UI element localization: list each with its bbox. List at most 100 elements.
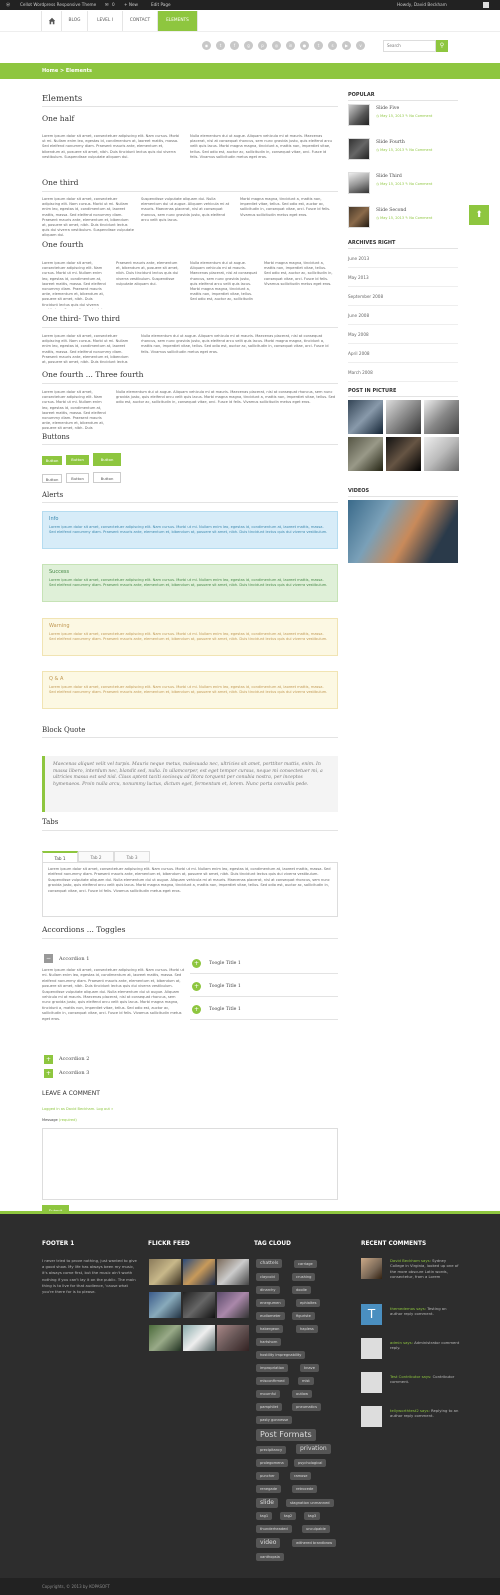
archive-link-6[interactable]: April 2008 [348,344,458,363]
tab-1[interactable]: Tab 1 [42,851,78,862]
tag-link[interactable]: eudiometer [256,1312,285,1320]
tab-2[interactable]: Tab 2 [78,851,114,862]
flickr-thumb-5[interactable] [183,1292,215,1318]
tag-link[interactable]: pneumatics [292,1403,322,1411]
tag-link[interactable]: prolegomena [256,1459,288,1467]
archive-link-3[interactable]: September 2008 [348,287,458,306]
comment-author-4[interactable]: Test Contributor says: [390,1374,431,1379]
toggle-1-title[interactable]: Toogle Title 1 [209,961,241,968]
popular-comments-4[interactable]: No Comment [409,216,432,220]
button-small-green[interactable]: Button [42,456,62,465]
archive-link-1[interactable]: June 2013 [348,249,458,268]
picture-thumb-3[interactable] [424,400,459,434]
popular-comments-2[interactable]: No Comment [409,148,432,152]
picture-thumb-1[interactable] [348,400,383,434]
comment-author-5[interactable]: tellyworthtest2 says: [390,1408,430,1413]
picture-thumb-6[interactable] [424,437,459,471]
linkedin-icon[interactable]: in [286,41,295,50]
archive-link-2[interactable]: May 2013 [348,268,458,287]
flickr-thumb-6[interactable] [217,1292,249,1318]
facebook-icon[interactable]: f [230,41,239,50]
tag-link[interactable]: mournful [256,1390,281,1398]
archive-link-7[interactable]: March 2008 [348,363,458,382]
tag-link[interactable]: impropriation [256,1364,289,1372]
accordion-1-title[interactable]: Accordion 1 [59,956,89,963]
popular-thumb-2[interactable] [348,138,370,160]
archive-link-4[interactable]: June 2008 [348,306,458,325]
youtube-icon[interactable]: ▶ [342,41,351,50]
tag-link[interactable]: slide [256,1498,278,1508]
site-name-link[interactable]: Cellot Wordpress Responsive Theme [20,0,96,10]
avatar[interactable] [361,1372,382,1393]
nav-level-1[interactable]: LEVEL I [88,11,123,31]
wordpress-icon[interactable]: Ⓦ [6,0,10,10]
tag-link[interactable]: ephialtes [296,1299,321,1307]
comment-author-1[interactable]: David Beckham says: [390,1258,431,1263]
tag-link[interactable]: privation [296,1444,331,1454]
popular-thumb-1[interactable] [348,104,370,126]
tag-link[interactable]: doolie [292,1286,311,1294]
rss-icon[interactable]: ◉ [202,41,211,50]
breadcrumb[interactable]: Home > Elements [0,63,500,79]
tag-link[interactable]: retrocede [292,1485,318,1493]
popular-title-3[interactable]: Slide Third [376,174,402,181]
skype-icon[interactable]: s [328,41,337,50]
flickr-thumb-7[interactable] [149,1325,181,1351]
popular-title-4[interactable]: Slide Second [376,208,406,215]
toggle-3-icon[interactable]: + [192,1005,201,1014]
popular-thumb-4[interactable] [348,206,370,228]
flickr-thumb-4[interactable] [149,1292,181,1318]
search-button[interactable]: ⚲ [436,40,448,52]
tag-link[interactable]: figuriste [292,1312,315,1320]
flickr-thumb-9[interactable] [217,1325,249,1351]
flickr-icon[interactable]: ● [300,41,309,50]
dribbble-icon[interactable]: ◎ [272,41,281,50]
tag-link[interactable]: renegade [256,1485,282,1493]
popular-thumb-3[interactable] [348,172,370,194]
tag-link[interactable]: chattels [256,1259,283,1268]
picture-thumb-5[interactable] [386,437,421,471]
tag-link[interactable]: ramose [290,1472,312,1480]
google-icon[interactable]: g [244,41,253,50]
tag-link[interactable]: tag3 [304,1512,321,1520]
new-link[interactable]: + New [124,0,138,10]
tag-link[interactable]: mist [298,1377,314,1385]
tag-link[interactable]: hostility impregnability [256,1351,306,1359]
toggle-2-title[interactable]: Toogle Title 1 [209,984,241,991]
accordion-2-title[interactable]: Accordion 2 [59,1056,89,1063]
popular-title-1[interactable]: Slide Five [376,106,399,113]
avatar[interactable] [361,1258,382,1279]
twitter-icon[interactable]: t [216,41,225,50]
accordion-1-toggle[interactable]: − [44,954,53,963]
tag-link[interactable]: tag2 [280,1512,297,1520]
tag-link[interactable]: claycold [256,1273,279,1281]
flickr-thumb-8[interactable] [183,1325,215,1351]
tag-link[interactable]: dinarchy [256,1286,280,1294]
tag-link[interactable]: habergeon [256,1325,284,1333]
nav-home[interactable] [41,11,62,31]
tag-link[interactable]: xanthopsia [256,1553,284,1561]
tag-link[interactable]: tag1 [256,1512,273,1520]
avatar[interactable] [361,1406,382,1427]
tag-link[interactable]: thunderheaded [256,1525,292,1533]
accordion-3-title[interactable]: Accordion 3 [59,1070,89,1077]
popular-comments-1[interactable]: No Comment [409,114,432,118]
tag-link[interactable]: puncher [256,1472,279,1480]
picture-thumb-4[interactable] [348,437,383,471]
avatar[interactable] [483,2,489,8]
avatar[interactable]: T [361,1304,382,1325]
popular-title-2[interactable]: Slide Fourth [376,140,405,147]
tag-link[interactable]: pasty gonnesse [256,1416,293,1424]
tag-link[interactable]: psychological [294,1459,327,1467]
tag-link[interactable]: stagnation unmanned [286,1499,334,1507]
nav-contact[interactable]: CONTACT [123,11,158,31]
toggle-1-icon[interactable]: + [192,959,201,968]
tag-link[interactable]: hapless [296,1325,318,1333]
tumblr-icon[interactable]: t [314,41,323,50]
video-player[interactable] [348,500,458,563]
accordion-3-toggle[interactable]: + [44,1069,53,1078]
tab-3[interactable]: Tab 3 [114,851,150,862]
toggle-2-icon[interactable]: + [192,982,201,991]
tag-link[interactable]: energumen [256,1299,285,1307]
tag-link[interactable]: outlaw [292,1390,313,1398]
